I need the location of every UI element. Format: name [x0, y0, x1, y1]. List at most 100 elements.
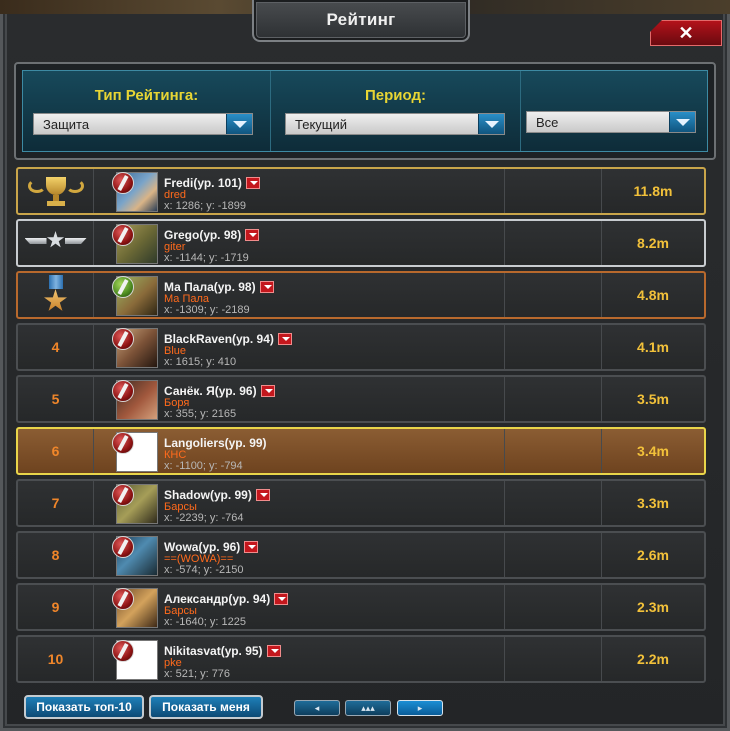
- table-row[interactable]: 8 Wowa(ур. 96) ==(WOWA)== x: -574; y: -2…: [16, 531, 706, 579]
- filter-panel: Тип Рейтинга: Защита Период: Текущий Все: [14, 62, 716, 160]
- next-page-button[interactable]: ▸: [397, 700, 443, 716]
- faction-badge-icon: [112, 172, 134, 194]
- player-cell: Александр(ур. 94) Барсы x: -1640; y: 122…: [94, 585, 505, 629]
- player-name: Wowa(ур. 96): [164, 540, 259, 554]
- rating-type-dropdown[interactable]: Защита: [33, 113, 253, 135]
- rating-table: Fredi(ур. 101) dred x: 1286; y: -1899 11…: [16, 167, 706, 687]
- dropdown-arrow-icon[interactable]: [245, 229, 260, 241]
- player-cell: Ма Пала(ур. 98) Ма Пала x: -1309; y: -21…: [94, 273, 505, 317]
- table-row[interactable]: 5 Санёк. Я(ур. 96) Боря x: 355; y: 2165 …: [16, 375, 706, 423]
- empty-cell: [505, 273, 602, 317]
- player-name: Shadow(ур. 99): [164, 488, 270, 502]
- table-row[interactable]: Grego(ур. 98) giter x: -1144; y: -1719 8…: [16, 219, 706, 267]
- dropdown-arrow-icon[interactable]: [277, 333, 292, 345]
- player-coords: x: -1640; y: 1225: [164, 616, 246, 628]
- player-cell: Санёк. Я(ур. 96) Боря x: 355; y: 2165: [94, 377, 505, 421]
- player-cell: Wowa(ур. 96) ==(WOWA)== x: -574; y: -215…: [94, 533, 505, 577]
- empty-cell: [505, 637, 602, 681]
- rank-cell: 10: [18, 637, 94, 681]
- rank-cell: 4: [18, 325, 94, 369]
- period-dropdown[interactable]: Текущий: [285, 113, 505, 135]
- rank-cell: 9: [18, 585, 94, 629]
- player-coords: x: -574; y: -2150: [164, 564, 244, 576]
- table-row[interactable]: 7 Shadow(ур. 99) Барсы x: -2239; y: -764…: [16, 479, 706, 527]
- dropdown-arrow-icon[interactable]: [274, 593, 289, 605]
- score-cell: 2.2m: [637, 651, 669, 667]
- score-cell: 11.8m: [633, 183, 673, 199]
- period-value: Текущий: [295, 117, 347, 132]
- scope-value: Все: [536, 115, 559, 130]
- empty-cell: [505, 221, 602, 265]
- first-page-button[interactable]: ▴▴▴: [345, 700, 391, 716]
- table-row[interactable]: 4 BlackRaven(ур. 94) Blue x: 1615; y: 41…: [16, 323, 706, 371]
- player-coords: x: 1615; y: 410: [164, 356, 237, 368]
- player-name: Александр(ур. 94): [164, 592, 289, 606]
- empty-cell: [505, 169, 602, 213]
- show-me-button[interactable]: Показать меня: [149, 695, 263, 719]
- player-cell: Fredi(ур. 101) dred x: 1286; y: -1899: [94, 169, 505, 213]
- player-name: Fredi(ур. 101): [164, 176, 260, 190]
- player-name-text: Санёк. Я(ур. 96): [164, 384, 257, 398]
- rank-cell: [18, 221, 94, 265]
- prev-page-button[interactable]: ◂: [294, 700, 340, 716]
- player-name-text: Grego(ур. 98): [164, 228, 242, 242]
- rank-cell: 8: [18, 533, 94, 577]
- player-name-text: Александр(ур. 94): [164, 592, 271, 606]
- player-coords: x: -1144; y: -1719: [164, 252, 249, 264]
- rating-type-column: Тип Рейтинга: Защита: [23, 71, 271, 151]
- table-row[interactable]: Ма Пала(ур. 98) Ма Пала x: -1309; y: -21…: [16, 271, 706, 319]
- scope-column: Все: [521, 71, 707, 151]
- player-coords: x: 355; y: 2165: [164, 408, 237, 420]
- player-cell: Langoliers(ур. 99) КНС x: -1100; y: -794: [94, 429, 505, 473]
- chevron-down-icon[interactable]: [669, 112, 695, 132]
- dropdown-arrow-icon[interactable]: [259, 281, 274, 293]
- faction-badge-icon: [112, 536, 134, 558]
- faction-badge-icon: [112, 328, 134, 350]
- bronze-medal-icon: [41, 275, 71, 315]
- table-row[interactable]: 10 Nikitasvat(ур. 95) pke x: 521; y: 776…: [16, 635, 706, 683]
- score-cell: 3.3m: [637, 495, 669, 511]
- score-cell: 2.3m: [637, 599, 669, 615]
- player-name: Langoliers(ур. 99): [164, 436, 267, 450]
- player-coords: x: -1309; y: -2189: [164, 304, 250, 316]
- player-name-text: Shadow(ур. 99): [164, 488, 252, 502]
- chevron-right-icon: ▸: [417, 702, 423, 713]
- rank-cell: [18, 169, 94, 213]
- score-cell: 8.2m: [637, 235, 669, 251]
- faction-badge-icon: [112, 640, 134, 662]
- faction-badge-icon: [112, 588, 134, 610]
- chevron-up-icon: ▴▴▴: [361, 702, 375, 713]
- player-name: Nikitasvat(ур. 95): [164, 644, 281, 658]
- player-name-text: Fredi(ур. 101): [164, 176, 242, 190]
- faction-badge-icon: [112, 224, 134, 246]
- close-button[interactable]: ✕: [650, 20, 722, 46]
- dropdown-arrow-icon[interactable]: [266, 645, 281, 657]
- player-name-text: Ма Пала(ур. 98): [164, 280, 256, 294]
- dropdown-arrow-icon[interactable]: [245, 177, 260, 189]
- empty-cell: [505, 585, 602, 629]
- player-name-text: Nikitasvat(ур. 95): [164, 644, 263, 658]
- score-cell: 2.6m: [637, 547, 669, 563]
- chevron-down-icon[interactable]: [226, 114, 252, 134]
- period-column: Период: Текущий: [271, 71, 521, 151]
- table-row[interactable]: Fredi(ур. 101) dred x: 1286; y: -1899 11…: [16, 167, 706, 215]
- player-cell: Shadow(ур. 99) Барсы x: -2239; y: -764: [94, 481, 505, 525]
- player-coords: x: -1100; y: -794: [164, 460, 243, 472]
- table-row[interactable]: 9 Александр(ур. 94) Барсы x: -1640; y: 1…: [16, 583, 706, 631]
- rating-type-value: Защита: [43, 117, 90, 132]
- dropdown-arrow-icon[interactable]: [255, 489, 270, 501]
- score-cell: 4.1m: [637, 339, 669, 355]
- window-title: Рейтинг: [326, 10, 396, 29]
- show-top10-button[interactable]: Показать топ-10: [24, 695, 144, 719]
- close-icon: ✕: [678, 22, 694, 43]
- dropdown-arrow-icon[interactable]: [260, 385, 275, 397]
- chevron-down-icon[interactable]: [478, 114, 504, 134]
- scope-dropdown[interactable]: Все: [526, 111, 696, 133]
- rank-cell: 5: [18, 377, 94, 421]
- table-row-current-player[interactable]: 6 Langoliers(ур. 99) КНС x: -1100; y: -7…: [16, 427, 706, 475]
- rank-cell: [18, 273, 94, 317]
- faction-badge-icon: [112, 380, 134, 402]
- dropdown-arrow-icon[interactable]: [244, 541, 259, 553]
- chevron-left-icon: ◂: [314, 702, 320, 713]
- rating-type-label: Тип Рейтинга:: [94, 87, 199, 104]
